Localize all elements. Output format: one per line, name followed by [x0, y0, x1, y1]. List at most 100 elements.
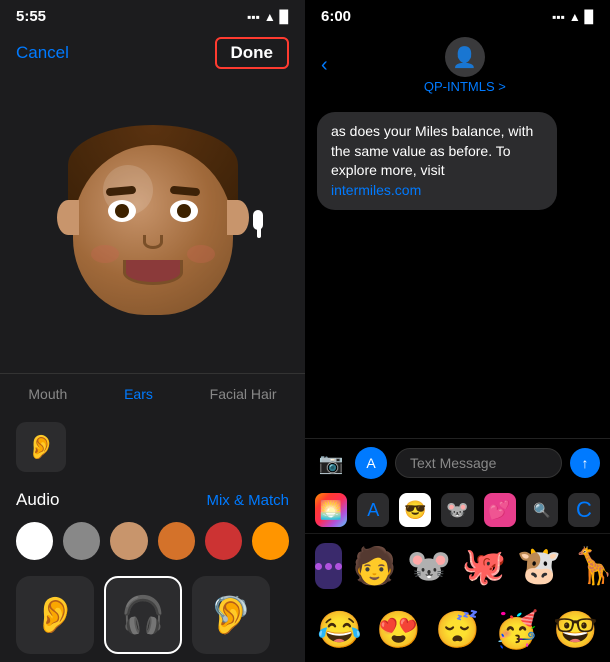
sticker-laugh-cry[interactable]: 😂	[315, 604, 364, 656]
send-icon: ↑	[582, 455, 589, 471]
camera-icon: 📷	[319, 451, 344, 476]
sticker-octopus[interactable]: 🐙	[462, 540, 507, 592]
wifi-icon: ▲	[264, 10, 276, 24]
right-signal-icon: ▪▪▪	[552, 10, 565, 24]
ear-style-airpod[interactable]: 🎧	[104, 576, 182, 654]
input-bar: 📷 A Text Message ↑	[305, 438, 610, 487]
right-battery-icon: ▉	[585, 10, 594, 24]
more-icon: C	[576, 497, 592, 523]
cheek-left	[91, 245, 119, 263]
avatar-icon: 👤	[452, 45, 477, 70]
right-wifi-icon: ▲	[569, 10, 581, 24]
message-link[interactable]: intermiles.com	[331, 182, 421, 198]
swatch-red[interactable]	[205, 522, 242, 560]
sticker-icon-1: 🧑	[352, 545, 397, 587]
right-status-bar: 6:00 ▪▪▪ ▲ ▉	[305, 0, 610, 33]
mouth	[123, 260, 183, 285]
right-time: 6:00	[321, 8, 351, 25]
avatar-area	[0, 77, 305, 373]
ear-right	[227, 200, 249, 235]
tab-facial-hair[interactable]: Facial Hair	[202, 382, 285, 406]
emoji-apps-row: 🌅 A 😎 🐭 💕 🔍 C	[305, 487, 610, 534]
ear-bare-icon: 👂	[33, 594, 78, 636]
left-status-bar: 5:55 ▪▪▪ ▲ ▉	[0, 0, 305, 33]
sticker-icon-giraffe: 🦒	[571, 545, 610, 587]
dot-2	[325, 563, 332, 570]
hearts-app-icon[interactable]: 💕	[484, 493, 516, 527]
sticker-sleep[interactable]: 😴	[433, 604, 482, 656]
photos-icon: 🌅	[320, 500, 342, 521]
ear-option-item[interactable]: 👂	[16, 422, 66, 472]
message-area: as does your Miles balance, with the sam…	[305, 102, 610, 438]
feature-tabs: Mouth Ears Facial Hair	[0, 373, 305, 414]
left-time: 5:55	[16, 8, 46, 25]
eye-right	[170, 200, 198, 222]
ear-style-bare[interactable]: 👂	[16, 576, 94, 654]
swatch-tan[interactable]	[110, 522, 147, 560]
send-button[interactable]: ↑	[570, 448, 600, 478]
sticker-row-2: 😂 😍 😴 🥳 🤓	[305, 598, 610, 662]
airpod-stem	[257, 226, 261, 238]
contact-name[interactable]: QP-INTMLS >	[424, 79, 506, 94]
dot-3	[335, 563, 342, 570]
ear-airpod-icon: 🎧	[121, 594, 166, 636]
ear-styles: 👂 🎧 🦻	[0, 568, 305, 662]
swatch-white[interactable]	[16, 522, 53, 560]
ear-left	[57, 200, 79, 235]
back-button[interactable]: ‹	[321, 54, 328, 77]
swatch-gray[interactable]	[63, 522, 100, 560]
ear-options-row: 👂	[0, 414, 305, 480]
nose	[143, 235, 163, 249]
contact-info: 👤 QP-INTMLS >	[336, 37, 594, 94]
hearts-icon: 💕	[488, 500, 510, 521]
memoji-icon: 😎	[404, 500, 426, 521]
right-panel: 6:00 ▪▪▪ ▲ ▉ ‹ 👤 QP-INTMLS > as does you…	[305, 0, 610, 662]
sticker-mouse[interactable]: 🐭	[407, 540, 452, 592]
memoji-app-icon[interactable]: 😎	[399, 493, 431, 527]
contact-avatar: 👤	[445, 37, 485, 77]
animal-icon: 🐭	[446, 500, 468, 521]
sticker-row-1: 🧑 🐭 🐙 🐮 🦒	[305, 534, 610, 598]
swatch-orange-brown[interactable]	[158, 522, 195, 560]
swatch-orange[interactable]	[252, 522, 289, 560]
sticker-icon-party: 🥳	[494, 609, 539, 651]
cheek-right	[187, 245, 215, 263]
message-bubble: as does your Miles balance, with the sam…	[317, 112, 557, 210]
message-text: as does your Miles balance, with the sam…	[331, 123, 533, 178]
tab-ears[interactable]: Ears	[116, 382, 161, 406]
sticker-cow[interactable]: 🐮	[516, 540, 561, 592]
done-button[interactable]: Done	[215, 37, 290, 69]
tab-mouth[interactable]: Mouth	[20, 382, 75, 406]
cancel-button[interactable]: Cancel	[16, 43, 69, 63]
sticker-party[interactable]: 🥳	[492, 604, 541, 656]
eye-left	[108, 200, 136, 222]
sticker-giraffe[interactable]: 🦒	[571, 540, 610, 592]
battery-icon: ▉	[280, 10, 289, 24]
audio-label: Audio	[16, 490, 59, 510]
sticker-heart-eyes[interactable]: 😍	[374, 604, 423, 656]
sticker-icon-sunglasses: 🤓	[553, 609, 598, 651]
color-swatches	[0, 514, 305, 568]
sticker-icon-cow: 🐮	[516, 545, 561, 587]
mix-match-button[interactable]: Mix & Match	[206, 492, 289, 509]
more-stickers-button[interactable]	[315, 543, 342, 589]
left-panel: 5:55 ▪▪▪ ▲ ▉ Cancel Done	[0, 0, 305, 662]
sticker-icon-mouse: 🐭	[407, 545, 452, 587]
animal-app-icon[interactable]: 🐭	[441, 493, 473, 527]
memoji-avatar	[63, 125, 243, 325]
camera-button[interactable]: 📷	[315, 447, 347, 479]
ear-style-earbud[interactable]: 🦻	[192, 576, 270, 654]
more-app-icon[interactable]: C	[568, 493, 600, 527]
signal-icon: ▪▪▪	[247, 10, 260, 24]
appstore-icon: A	[366, 455, 375, 471]
sticker-sunglasses[interactable]: 🤓	[551, 604, 600, 656]
search-app-icon[interactable]: 🔍	[526, 493, 558, 527]
sticker-memoji-1[interactable]: 🧑	[352, 540, 397, 592]
appstore-button[interactable]: A	[355, 447, 387, 479]
ear-option-icon: 👂	[26, 433, 56, 462]
appstore-app-icon[interactable]: A	[357, 493, 389, 527]
text-message-input[interactable]: Text Message	[395, 448, 562, 478]
photos-app-icon[interactable]: 🌅	[315, 493, 347, 527]
sticker-icon-octopus: 🐙	[462, 545, 507, 587]
ear-earbud-icon: 🦻	[209, 594, 254, 636]
